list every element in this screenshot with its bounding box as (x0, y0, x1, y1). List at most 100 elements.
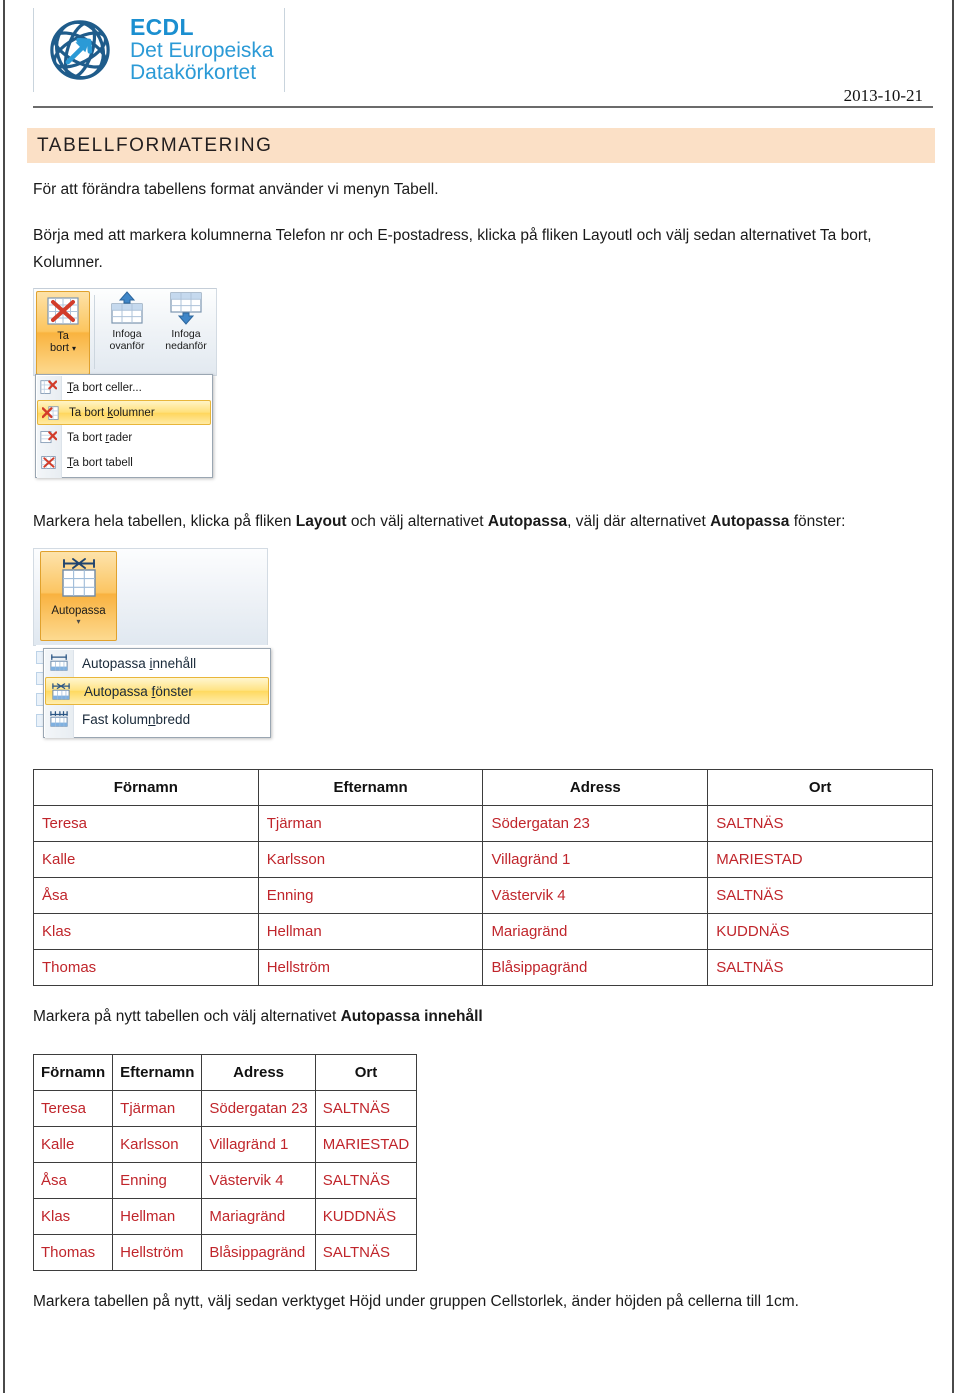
table-header-row: Förnamn Efternamn Adress Ort (32, 1054, 418, 1091)
document-date: 2013-10-21 (843, 86, 923, 105)
paragraph-delete-columns-line2: Kolumner. (33, 254, 103, 271)
table-autofit-window: Förnamn Efternamn Adress Ort Teresa Tjär… (33, 769, 933, 986)
ta-bort-label-line1: Ta (57, 330, 69, 342)
p4-seg-a: Markera på nytt tabellen och välj altern… (33, 1008, 341, 1025)
table-cell: Villagränd 1 (201, 1126, 316, 1163)
screenshot-delete-menu: Ta bort ▾ Infoga ovanför Infoga nedanför… (33, 288, 217, 480)
table-cell: MARIESTAD (314, 1126, 418, 1163)
table-cell: Mariagränd (201, 1198, 316, 1235)
p3-seg-b: Layout (295, 513, 347, 530)
column-header: Ort (314, 1054, 418, 1091)
autopassa-caret-icon: ▾ (76, 617, 81, 626)
table-cell: Västervik 4 (201, 1162, 316, 1199)
table-cell: Thomas (33, 949, 259, 986)
p3-seg-f: Autopassa (710, 513, 790, 530)
ribbon-strip-cell-size: Autopassa ▾ (33, 548, 268, 739)
column-header: Efternamn (112, 1054, 203, 1091)
paragraph-autofit-window: Markera hela tabellen, klicka på fliken … (33, 508, 923, 535)
table-cell: SALTNÄS (314, 1090, 418, 1127)
table-cell: Hellström (112, 1234, 203, 1271)
table-cell: Hellman (257, 913, 484, 950)
autopassa-button[interactable]: Autopassa ▾ (40, 551, 117, 641)
menu-item-label: Ta bort celler... (67, 381, 142, 394)
table-cell: SALTNÄS (707, 877, 933, 914)
menu-item-ta-bort-tabell[interactable]: Ta bort tabell (36, 450, 212, 475)
table-cell: SALTNÄS (314, 1234, 418, 1271)
menu-item-fast-kolumnbredd[interactable]: Fast kolumnbredd (44, 705, 270, 733)
column-header: Adress (201, 1054, 316, 1091)
table-cell: Blåsippagränd (201, 1234, 316, 1271)
ribbon-separator (94, 295, 95, 369)
table-row: Thomas Hellström Blåsippagränd SALTNÄS (32, 1234, 418, 1271)
menu-item-label: Autopassa innehåll (82, 655, 197, 671)
ribbon-strip-rows-columns: Ta bort ▾ Infoga ovanför Infoga nedanför (33, 288, 217, 376)
table-row: Klas Hellman Mariagränd KUDDNÄS (32, 1198, 418, 1235)
table-cell: Enning (112, 1162, 203, 1199)
autofit-icon (61, 558, 96, 597)
column-header: Efternamn (257, 769, 484, 806)
paragraph-cell-height: Markera tabellen på nytt, välj sedan ver… (33, 1293, 799, 1310)
insert-above-icon (111, 291, 143, 324)
table-cell: Villagränd 1 (482, 841, 709, 878)
infoga-nedanfor-label-line2: nedanför (165, 340, 207, 352)
infoga-nedanfor-button[interactable]: Infoga nedanför (156, 291, 216, 375)
menu-item-ta-bort-kolumner[interactable]: Ta bort kolumner (37, 400, 211, 425)
menu-item-label: Ta bort tabell (67, 456, 133, 469)
table-cell: Klas (33, 913, 259, 950)
menu-item-autopassa-innehall[interactable]: Autopassa innehåll (44, 649, 270, 677)
paragraph-autofit-content: Markera på nytt tabellen och välj altern… (33, 1003, 733, 1030)
paragraph-intro: För att förändra tabellens format använd… (33, 181, 439, 198)
table-cell: Enning (257, 877, 484, 914)
delete-rows-icon (40, 431, 57, 444)
p3-seg-c: och välj alternativet (346, 513, 488, 530)
p4-seg-b: Autopassa innehåll (340, 1008, 483, 1025)
table-cell: Hellström (257, 949, 484, 986)
fixed-column-width-icon (50, 711, 68, 727)
table-cell: Södergatan 23 (201, 1090, 316, 1127)
table-cell: SALTNÄS (707, 805, 933, 842)
table-cell: KUDDNÄS (314, 1198, 418, 1235)
table-row: Åsa Enning Västervik 4 SALTNÄS (32, 1162, 418, 1199)
ta-bort-label-line2: bort ▾ (49, 342, 77, 354)
infoga-nedanfor-label-line1: Infoga (171, 328, 201, 340)
infoga-ovanfor-label-line1: Infoga (112, 328, 142, 340)
table-cell: Södergatan 23 (482, 805, 709, 842)
table-cell: Karlsson (112, 1126, 203, 1163)
menu-item-label: Ta bort rader (67, 431, 133, 444)
infoga-ovanfor-label-line2: ovanför (109, 340, 145, 352)
paragraph-delete-columns: Börja med att markera kolumnerna Telefon… (33, 222, 918, 276)
section-title-banner: TABELLFORMATERING (27, 128, 935, 163)
table-row: Åsa Enning Västervik 4 SALTNÄS (33, 877, 933, 914)
table-row: Teresa Tjärman Södergatan 23 SALTNÄS (32, 1090, 418, 1127)
infoga-ovanfor-button[interactable]: Infoga ovanför (97, 291, 157, 375)
p3-seg-a: Markera hela tabellen, klicka på fliken (33, 513, 296, 530)
table-cell: Kalle (33, 841, 259, 878)
table-row: Klas Hellman Mariagränd KUDDNÄS (33, 913, 933, 950)
dropdown-caret-icon: ▾ (72, 344, 77, 353)
p3-seg-g: fönster: (789, 513, 846, 530)
p3-seg-e: , välj där alternativet (567, 513, 711, 530)
table-cell: Åsa (32, 1162, 114, 1199)
header-divider (33, 106, 933, 108)
delete-table-icon (47, 297, 79, 325)
menu-item-label: Autopassa fönster (84, 683, 193, 699)
table-cell: SALTNÄS (707, 949, 933, 986)
menu-item-label: Ta bort kolumner (69, 406, 155, 419)
ta-bort-button[interactable]: Ta bort ▾ (36, 291, 90, 375)
column-header: Ort (707, 769, 933, 806)
table-header-row: Förnamn Efternamn Adress Ort (33, 769, 933, 806)
logo-line-3: Datakörkortet (130, 61, 257, 85)
table-cell: Åsa (33, 877, 259, 914)
delete-cells-icon (40, 380, 57, 394)
autofit-content-icon (50, 654, 68, 671)
table-cell: Mariagränd (482, 913, 709, 950)
ecdl-logo: ECDL Det Europeiska Datakörkortet (33, 8, 285, 92)
autopassa-dropdown-menu: Autopassa innehåll Autopassa fönster Fas… (43, 648, 271, 738)
table-autofit-content: Förnamn Efternamn Adress Ort Teresa Tjär… (32, 1054, 418, 1271)
autofit-window-icon (52, 683, 70, 700)
table-cell: Blåsippagränd (482, 949, 709, 986)
page-title: TABELLFORMATERING (37, 134, 273, 156)
menu-item-ta-bort-celler[interactable]: Ta bort celler... (36, 375, 212, 400)
menu-item-ta-bort-rader[interactable]: Ta bort rader (36, 425, 212, 450)
menu-item-autopassa-fonster[interactable]: Autopassa fönster (45, 677, 269, 705)
